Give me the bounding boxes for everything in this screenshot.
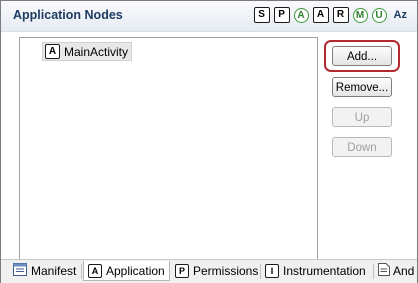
activity-icon: A xyxy=(45,44,60,59)
filter-r-icon[interactable]: R xyxy=(332,7,349,23)
application-icon: A xyxy=(88,263,102,278)
tree-node-label: MainActivity xyxy=(64,44,129,59)
section-header: Application Nodes S P A A R M U Az xyxy=(1,1,417,32)
filter-a-icon[interactable]: A xyxy=(312,7,329,23)
tree-node-mainactivity[interactable]: A MainActivity xyxy=(42,42,133,61)
filter-toolbar: S P A A R M U Az xyxy=(253,7,407,23)
filter-m-circle-icon[interactable]: M xyxy=(352,7,368,23)
filter-s-icon[interactable]: S xyxy=(253,7,270,23)
remove-button[interactable]: Remove... xyxy=(332,77,392,97)
editor-tabs: Manifest A Application P Permissions I I… xyxy=(1,259,417,283)
tab-instrumentation[interactable]: I Instrumentation xyxy=(261,261,370,281)
down-button[interactable]: Down xyxy=(332,137,392,157)
add-button[interactable]: Add... xyxy=(332,46,392,66)
xml-file-icon xyxy=(378,263,390,279)
application-nodes-tree[interactable]: A MainActivity xyxy=(19,37,318,261)
filter-p-icon[interactable]: P xyxy=(273,7,290,23)
permissions-icon: P xyxy=(175,264,189,278)
tab-label: Permissions xyxy=(193,264,259,278)
manifest-icon xyxy=(13,263,27,279)
sort-az-icon[interactable]: Az xyxy=(394,9,407,21)
up-button[interactable]: Up xyxy=(332,107,392,127)
tab-label: Instrumentation xyxy=(283,264,366,278)
instrumentation-icon: I xyxy=(265,264,279,278)
section-title: Application Nodes xyxy=(13,8,123,22)
tab-label: Application xyxy=(106,263,165,278)
tab-label: Manifest xyxy=(31,264,77,278)
tab-divider xyxy=(81,264,82,279)
tab-application[interactable]: A Application xyxy=(83,261,170,281)
tab-label: And xyxy=(393,264,415,278)
filter-a-circle-icon[interactable]: A xyxy=(293,7,309,23)
application-nodes-panel: Application Nodes S P A A R M U Az A Mai… xyxy=(0,0,418,283)
tab-androidmanifest-xml[interactable]: And xyxy=(374,261,418,281)
tab-manifest[interactable]: Manifest xyxy=(9,261,80,281)
filter-u-circle-icon[interactable]: U xyxy=(371,7,387,23)
tab-permissions[interactable]: P Permissions xyxy=(171,261,262,281)
